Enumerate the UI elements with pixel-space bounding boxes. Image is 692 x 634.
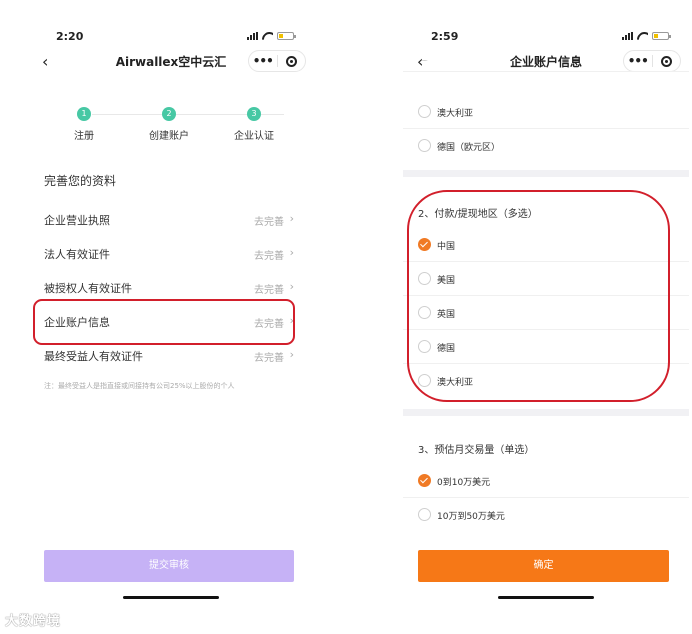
battery-icon: [277, 32, 296, 40]
profile-list: 企业营业执照 去完善 › 法人有效证件 去完善 › 被授权人有效证件 去完善 ›…: [28, 202, 314, 372]
row-beneficial-owner-id[interactable]: 最终受益人有效证件 去完善 ›: [28, 338, 314, 372]
row-authorized-person-id[interactable]: 被授权人有效证件 去完善 ›: [28, 270, 314, 304]
battery-icon: [652, 32, 671, 40]
option-0-100k[interactable]: 0到10万美元: [403, 464, 689, 498]
row-company-account-info[interactable]: 企业账户信息 去完善 ›: [28, 304, 314, 338]
option-germany[interactable]: 德国: [403, 330, 689, 364]
section-title: 完善您的资料: [44, 174, 117, 188]
radio-icon: [418, 139, 431, 152]
row-business-license[interactable]: 企业营业执照 去完善 ›: [28, 202, 314, 236]
radio-icon: [418, 508, 431, 521]
option-usa[interactable]: 美国: [403, 262, 689, 296]
home-indicator: [498, 596, 594, 599]
chevron-right-icon: ›: [289, 348, 294, 361]
option-100k-500k[interactable]: 10万到50万美元: [403, 498, 689, 532]
wifi-icon: [262, 32, 273, 40]
option-germany-euro[interactable]: 德国（欧元区）: [403, 129, 689, 163]
option-australia[interactable]: 澳大利亚: [403, 95, 689, 129]
left-phone-screen: 2:20 ‹ Airwallex空中云汇 ••• 1 注册 2 创建账户 3 企…: [28, 0, 314, 612]
home-indicator: [123, 596, 219, 599]
signal-icon: [622, 32, 633, 40]
close-miniprogram-icon[interactable]: [278, 55, 306, 67]
progress-steps: 1 注册 2 创建账户 3 企业认证: [28, 107, 314, 147]
status-bar: 2:59: [403, 26, 689, 46]
section2-title: 2、付款/提现地区（多选）: [418, 209, 538, 220]
checkbox-checked-icon: [418, 238, 431, 251]
status-time: 2:20: [56, 30, 84, 43]
option-uk[interactable]: 英国: [403, 296, 689, 330]
miniprogram-capsule: •••: [248, 50, 306, 72]
payout-region-list: 中国 美国 英国 德国 澳大利亚: [403, 228, 689, 398]
right-phone-screen: 2:59 ‹ 企业账户信息 ••• 美国 澳大利亚 德国（欧元区）: [403, 0, 689, 612]
checkbox-icon: [418, 272, 431, 285]
more-icon[interactable]: •••: [249, 54, 277, 68]
radio-icon: [418, 60, 431, 61]
nav-bar: ‹ Airwallex空中云汇 •••: [28, 50, 314, 74]
watermark-logo: 大数跨境: [5, 614, 62, 629]
checkbox-icon: [418, 306, 431, 319]
row-legal-rep-id[interactable]: 法人有效证件 去完善 ›: [28, 236, 314, 270]
step-create-account: 2 创建账户: [149, 107, 189, 142]
currency-region-list: 澳大利亚 德国（欧元区）: [403, 95, 689, 163]
status-bar: 2:20: [28, 26, 314, 46]
checkbox-icon: [418, 374, 431, 387]
radio-icon: [418, 105, 431, 118]
wifi-icon: [637, 32, 648, 40]
confirm-button[interactable]: 确定: [418, 550, 669, 582]
radio-checked-icon: [418, 474, 431, 487]
option-china[interactable]: 中国: [403, 228, 689, 262]
chevron-right-icon: ›: [289, 314, 294, 327]
submit-review-button[interactable]: 提交审核: [44, 550, 294, 582]
volume-list: 0到10万美元 10万到50万美元: [403, 464, 689, 532]
chevron-right-icon: ›: [289, 212, 294, 225]
checkbox-icon: [418, 340, 431, 353]
chevron-right-icon: ›: [289, 280, 294, 293]
back-icon[interactable]: ‹: [42, 52, 48, 71]
footnote: 注：最终受益人是指直接或间接持有公司25%以上股份的个人: [44, 382, 235, 390]
signal-icon: [247, 32, 258, 40]
step-company-verify: 3 企业认证: [234, 107, 274, 142]
option-australia-2[interactable]: 澳大利亚: [403, 364, 689, 398]
page-title: Airwallex空中云汇: [115, 55, 227, 69]
chevron-right-icon: ›: [289, 246, 294, 259]
status-time: 2:59: [431, 30, 459, 43]
option-usa-partial[interactable]: 美国: [403, 60, 689, 72]
step-register: 1 注册: [74, 107, 94, 142]
section3-title: 3、预估月交易量（单选）: [418, 445, 535, 456]
